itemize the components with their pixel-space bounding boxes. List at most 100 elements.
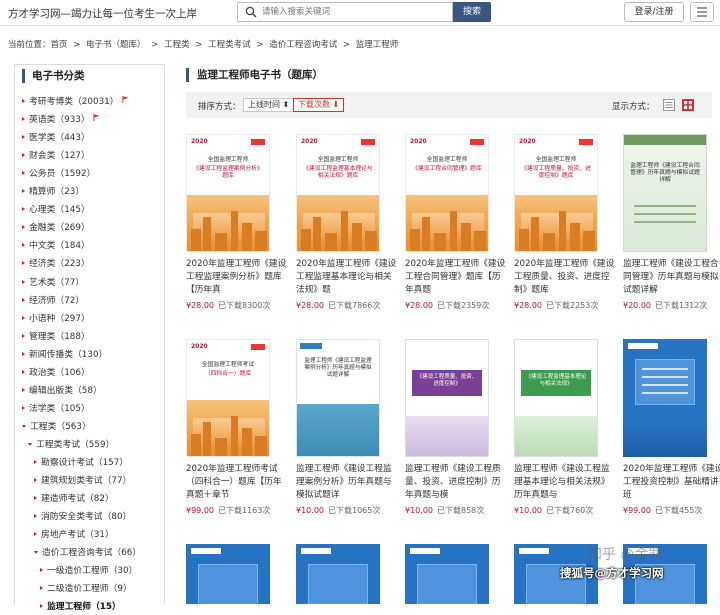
book-cover[interactable] bbox=[623, 339, 707, 457]
sidebar-item[interactable]: 政治类（106） bbox=[22, 365, 90, 381]
cover-building bbox=[255, 436, 267, 456]
publisher-logo bbox=[410, 548, 440, 554]
sidebar-item[interactable]: 建造师考试（82） bbox=[34, 491, 114, 507]
cover-building bbox=[313, 217, 321, 251]
cover-building bbox=[474, 231, 486, 251]
sidebar-item[interactable]: 消防安全类考试（80） bbox=[34, 509, 131, 525]
book-price: ¥10.00 bbox=[296, 506, 324, 515]
book-cover[interactable] bbox=[296, 544, 380, 604]
collapsed-triangle-icon bbox=[22, 405, 25, 410]
display-label: 显示方式： bbox=[612, 102, 655, 112]
sidebar-item[interactable]: 艺术类（77） bbox=[22, 275, 84, 291]
book-title[interactable]: 2020年监理工程师《建设工程投资控制》基础精讲班 bbox=[623, 463, 720, 502]
sidebar-item[interactable]: 工程类考试（559） bbox=[28, 437, 114, 453]
grid-view-icon[interactable] bbox=[682, 99, 694, 111]
book-cover[interactable]: 2020 全国监理工程师考试 （四科合一）题库 bbox=[186, 339, 270, 457]
sidebar-item[interactable]: 勘察设计考试（157） bbox=[34, 455, 128, 471]
book-title[interactable]: 监理工程师《建设工程监理案例分析》历年真题与模拟试题详 bbox=[296, 463, 397, 502]
cover-building bbox=[461, 223, 471, 251]
sidebar-item[interactable]: 考研考博类（20031） bbox=[22, 94, 129, 110]
sidebar-item[interactable]: 心理类（145） bbox=[22, 202, 90, 218]
sort-by-downloads[interactable]: 下载次数 ⬇ bbox=[293, 98, 345, 112]
sidebar-item[interactable]: 精算师（23） bbox=[22, 184, 84, 200]
book-title[interactable]: 2020年监理工程师《建设工程监理基本理论与相关法规》题 bbox=[296, 258, 397, 297]
book-title[interactable]: 监理工程师《建设工程质量、投资、进度控制》历年真题与模 bbox=[405, 463, 506, 502]
sidebar-item[interactable]: 造价工程咨询考试（66） bbox=[34, 545, 141, 561]
sidebar-item-label: 财会类（127） bbox=[29, 151, 90, 162]
book-title[interactable]: 2020年监理工程师《建设工程质量、投资、进度控制》题库 bbox=[514, 258, 615, 297]
book-cover[interactable]: 2020 全国监理工程师 《建设工程合同管理》题库 bbox=[405, 134, 489, 252]
site-slogan[interactable]: 方才学习网—竭力让每一位考生一次上岸 bbox=[8, 6, 197, 21]
sidebar-item[interactable]: 一级造价工程师（30） bbox=[40, 563, 137, 579]
book-cover[interactable] bbox=[405, 544, 489, 604]
book-cover[interactable]: 《建设工程监理基本理论与相关法规》 bbox=[514, 339, 598, 457]
sidebar-item[interactable]: 法学类（105） bbox=[22, 401, 90, 417]
sidebar-item[interactable]: 编辑出版类（58） bbox=[22, 383, 102, 399]
sidebar-item[interactable]: 监理工程师（15） bbox=[40, 599, 121, 615]
breadcrumb-ebook[interactable]: 电子书（题库） bbox=[86, 40, 146, 50]
sidebar-item[interactable]: 经济师（72） bbox=[22, 293, 84, 309]
collapsed-triangle-icon bbox=[22, 261, 25, 266]
collapsed-triangle-icon bbox=[22, 207, 25, 212]
book-cover[interactable]: 监理工程师《建设工程监理案例分析》历年真题与模拟试题详解 bbox=[296, 339, 380, 457]
search-input[interactable] bbox=[262, 5, 447, 19]
sidebar-item[interactable]: 建筑规划类考试（77） bbox=[34, 473, 131, 489]
sort-bar: 排序方式： 上线时间 ⬍ 下载次数 ⬇ 显示方式： bbox=[186, 92, 712, 118]
sidebar-item[interactable]: 二级造价工程师（9） bbox=[40, 581, 132, 597]
cover-building bbox=[434, 233, 446, 251]
publisher-logo bbox=[361, 139, 375, 145]
sidebar-item-label: 经济类（223） bbox=[29, 259, 90, 270]
sidebar-item[interactable]: 中文类（184） bbox=[22, 238, 90, 254]
sidebar-item[interactable]: 工程类（563） bbox=[22, 419, 91, 435]
book-cover[interactable]: 2020 全国监理工程师 《建设工程质量、投资、进度控制》题库 bbox=[514, 134, 598, 252]
sort-down-arrow-icon: ⬇ bbox=[332, 100, 340, 109]
book-title[interactable]: 2020年监理工程师《建设工程监理案例分析》题库【历年真 bbox=[186, 258, 287, 297]
cover-building bbox=[531, 217, 539, 251]
search-button[interactable]: 搜索 bbox=[453, 2, 491, 22]
sidebar-item[interactable]: 财会类（127） bbox=[22, 148, 90, 164]
cover-building bbox=[559, 211, 566, 251]
book-cover[interactable] bbox=[186, 544, 270, 604]
sidebar-item-label: 建筑规划类考试（77） bbox=[41, 476, 132, 487]
sidebar-item[interactable]: 英语类（933） bbox=[22, 112, 100, 128]
sidebar-item[interactable]: 经济类（223） bbox=[22, 256, 90, 272]
cover-panel bbox=[308, 564, 368, 604]
cover-building bbox=[191, 434, 201, 456]
book-cover[interactable]: 《建设工程质量、投资、进度控制》 bbox=[405, 339, 489, 457]
sidebar-item[interactable]: 新闻传播类（130） bbox=[22, 347, 107, 363]
book-title[interactable]: 监理工程师《建设工程监理基本理论与相关法规》历年真题与 bbox=[514, 463, 615, 502]
breadcrumb-engineering-exam[interactable]: 工程类考试 bbox=[208, 40, 251, 50]
search-box[interactable] bbox=[237, 2, 453, 22]
breadcrumb-engineering[interactable]: 工程类 bbox=[164, 40, 190, 50]
cover-building bbox=[450, 211, 457, 251]
book-cover[interactable]: 2020 全国监理工程师 《建设工程监理案例分析》题库 bbox=[186, 134, 270, 252]
book-cover[interactable]: 2020 全国监理工程师 《建设工程监理基本理论与相关法规》题库 bbox=[296, 134, 380, 252]
book-price: ¥99.00 bbox=[186, 506, 214, 515]
cart-button[interactable] bbox=[690, 2, 714, 22]
book-title[interactable]: 监理工程师《建设工程合同管理》历年真题与模拟试题详解 bbox=[623, 258, 720, 297]
breadcrumb-sep: > bbox=[342, 40, 351, 50]
book-title[interactable]: 2020年监理工程师《建设工程合同管理》题库【历年真题 bbox=[405, 258, 506, 297]
list-view-icon[interactable] bbox=[663, 99, 675, 111]
breadcrumb-supervision[interactable]: 监理工程师 bbox=[356, 40, 399, 50]
publisher-logo bbox=[579, 139, 593, 145]
cover-building bbox=[242, 223, 252, 251]
zhihu-watermark: 知乎 @金罪 bbox=[588, 547, 663, 563]
sidebar-item-label: 一级造价工程师（30） bbox=[47, 566, 138, 577]
sort-by-online-time[interactable]: 上线时间 ⬍ bbox=[243, 98, 295, 112]
login-register-button[interactable]: 登录/注册 bbox=[624, 2, 684, 22]
price-row: ¥28.00 已下载2359次 bbox=[405, 300, 515, 311]
book-title[interactable]: 2020年监理工程师考试（四科合一）题库【历年真题＋章节 bbox=[186, 463, 287, 502]
breadcrumb-cost-consulting[interactable]: 造价工程咨询考试 bbox=[269, 40, 337, 50]
sidebar-item[interactable]: 公务员（1592） bbox=[22, 166, 95, 182]
publisher-logo bbox=[251, 139, 265, 145]
sidebar-item[interactable]: 房地产考试（31） bbox=[34, 527, 114, 543]
publisher-logo bbox=[191, 548, 221, 554]
sidebar-item[interactable]: 医学类（443） bbox=[22, 130, 90, 146]
book-cover[interactable]: 监理工程师《建设工程合同管理》历年真题与模拟试题详解 bbox=[623, 134, 707, 252]
sidebar-item[interactable]: 小语种（297） bbox=[22, 311, 90, 327]
breadcrumb-sep: > bbox=[151, 40, 159, 50]
sidebar-item[interactable]: 管理类（188） bbox=[22, 329, 90, 345]
cover-building bbox=[543, 233, 555, 251]
sidebar-item[interactable]: 金融类（269） bbox=[22, 220, 90, 236]
